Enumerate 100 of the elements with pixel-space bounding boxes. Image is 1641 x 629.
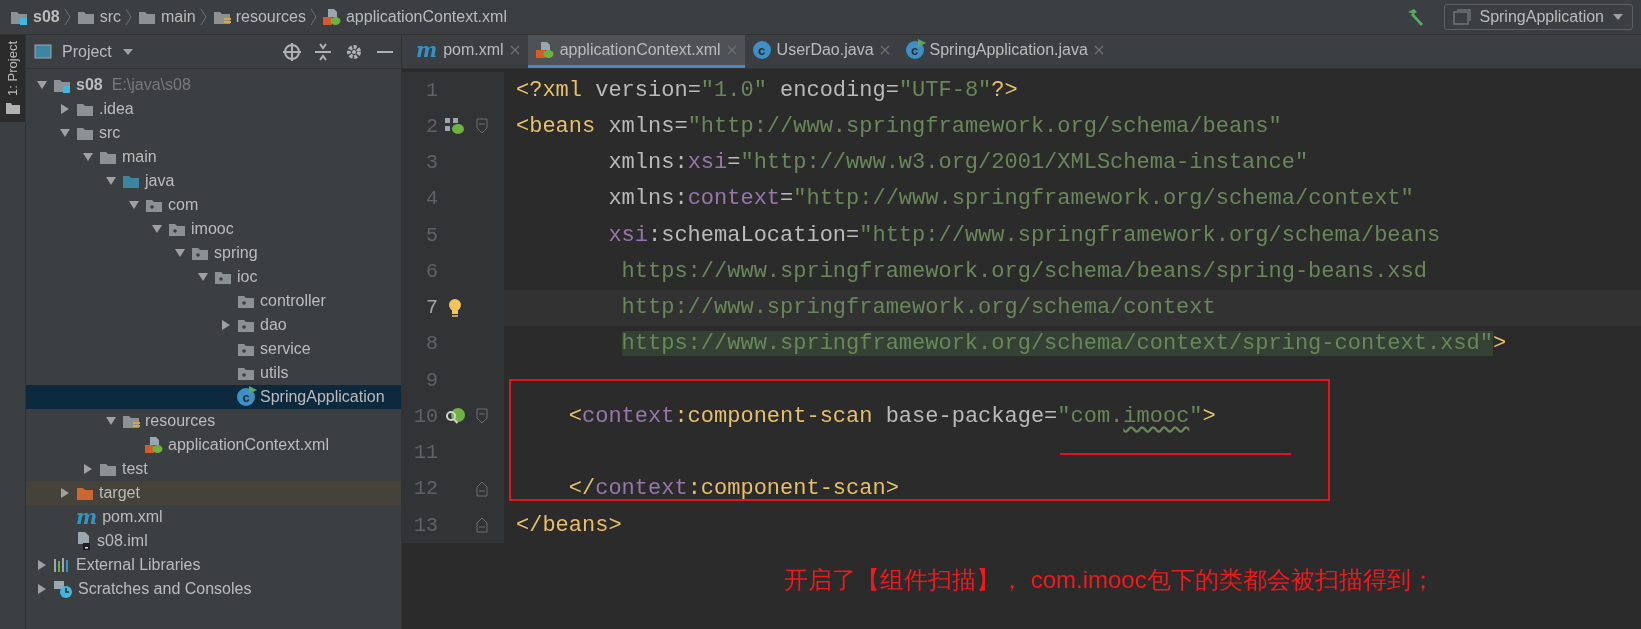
code-text: <?xml version="1.0" encoding="UTF-8"?> — [516, 77, 1018, 103]
package-icon — [191, 245, 209, 261]
tree-item[interactable]: test — [26, 457, 401, 481]
close-icon[interactable] — [509, 45, 520, 55]
chevron-icon — [125, 8, 133, 26]
code-text: </context:component-scan> — [568, 476, 899, 502]
folder-icon — [5, 101, 20, 114]
run-configuration-dropdown[interactable]: SpringApplication — [1444, 4, 1633, 30]
fold-marker-icon[interactable] — [476, 517, 488, 534]
window-icon — [1453, 9, 1472, 25]
tree-item[interactable]: utils — [26, 361, 401, 385]
tree-item[interactable]: java — [26, 169, 401, 193]
module-icon — [10, 9, 28, 25]
tree-item[interactable]: target — [26, 481, 401, 505]
collapsed-arrow-icon[interactable] — [220, 319, 232, 331]
folder-icon — [99, 461, 117, 477]
collapsed-arrow-icon[interactable] — [59, 103, 71, 115]
project-tool-tab[interactable]: 1: Project — [0, 35, 25, 122]
expanded-arrow-icon[interactable] — [105, 175, 117, 187]
tree-item[interactable]: c SpringApplication — [26, 385, 401, 409]
class-icon: c — [237, 388, 255, 406]
expanded-arrow-icon[interactable] — [151, 223, 163, 235]
collapsed-arrow-icon[interactable] — [36, 559, 48, 571]
tree-item[interactable]: dao — [26, 313, 401, 337]
expanded-arrow-icon[interactable] — [197, 271, 209, 283]
breadcrumb-item[interactable]: main — [138, 8, 196, 26]
tree-item[interactable]: s08.iml — [26, 529, 401, 553]
chevron-icon — [63, 8, 71, 26]
module-icon — [53, 77, 71, 93]
path-hint: E:\java\s08 — [111, 76, 191, 94]
folder-icon — [76, 485, 94, 501]
expanded-arrow-icon[interactable] — [174, 247, 186, 259]
expanded-arrow-icon[interactable] — [59, 127, 71, 139]
close-icon[interactable] — [1093, 45, 1104, 55]
folder-icon — [76, 101, 94, 117]
tree-item[interactable]: External Libraries — [26, 553, 401, 577]
lightbulb-icon[interactable] — [448, 297, 462, 318]
caret-icon[interactable] — [121, 47, 134, 56]
tree-item[interactable]: spring — [26, 241, 401, 265]
tree-item[interactable]: Scratches and Consoles — [26, 577, 401, 601]
spring-xml-file-icon — [322, 8, 341, 26]
maven-icon: m — [76, 508, 98, 526]
fold-marker-icon[interactable] — [476, 408, 488, 425]
breadcrumb-item[interactable]: resources — [212, 8, 306, 26]
expanded-arrow-icon[interactable] — [36, 79, 48, 91]
tree-item[interactable]: com — [26, 193, 401, 217]
code-text: xmlns:xsi="http://www.w3.org/2001/XMLSchema-instance" — [608, 150, 1309, 176]
tree-item[interactable]: .idea — [26, 97, 401, 121]
expanded-arrow-icon[interactable] — [128, 199, 140, 211]
chevron-icon — [309, 8, 317, 26]
code-text: https://www.springframework.org/schema/context/spring-context.xsd"> — [621, 331, 1507, 357]
editor-tab[interactable]: c UserDao.java — [744, 35, 898, 68]
editor-tab[interactable]: c SpringApplication.java — [897, 35, 1112, 68]
caret-icon — [1612, 13, 1624, 21]
annotation-text: 开启了【组件扫描】， com.imooc包下的类都会被扫描得到； — [784, 565, 1436, 596]
collapsed-arrow-icon[interactable] — [36, 583, 48, 595]
expanded-arrow-icon[interactable] — [105, 415, 117, 427]
class-icon: c — [905, 41, 924, 59]
collapse-all-icon[interactable] — [315, 42, 331, 61]
close-icon[interactable] — [879, 45, 890, 55]
fold-marker-icon[interactable] — [476, 480, 488, 497]
spring-beans-icon[interactable] — [445, 117, 465, 136]
code-text: <context:component-scan base-package="com.imooc"> — [568, 403, 1216, 429]
tree-item[interactable]: main — [26, 145, 401, 169]
spring-xml-file-icon — [145, 436, 163, 454]
collapsed-arrow-icon[interactable] — [82, 463, 94, 475]
code-text: https://www.springframework.org/schema/beans/spring-beans.xsd — [621, 258, 1427, 284]
package-icon — [237, 317, 255, 333]
tree-item[interactable]: controller — [26, 289, 401, 313]
crosshair-icon[interactable] — [283, 42, 301, 61]
code-text: <beans xmlns="http://www.springframework.org/schema/beans" — [516, 113, 1282, 139]
tree-item[interactable]: service — [26, 337, 401, 361]
libraries-icon — [53, 557, 71, 573]
panel-title[interactable]: Project — [62, 42, 112, 61]
breadcrumb-item[interactable]: s08 — [10, 8, 60, 26]
breadcrumb-item[interactable]: src — [76, 8, 122, 26]
tree-item[interactable]: imooc — [26, 217, 401, 241]
spring-xml-file-icon — [535, 41, 554, 59]
breadcrumb-item[interactable]: applicationContext.xml — [322, 8, 507, 26]
package-icon — [237, 341, 255, 357]
package-icon — [168, 221, 186, 237]
resources-folder-icon — [212, 9, 231, 25]
settings-icon[interactable] — [345, 42, 363, 61]
folder-icon — [122, 173, 140, 189]
editor-tab[interactable]: applicationContext.xml — [527, 35, 745, 68]
code-text: http://www.springframework.org/schema/context — [621, 295, 1216, 321]
editor-tab[interactable]: m pom.xml — [408, 35, 528, 68]
tree-item[interactable]: s08 E:\java\s08 — [26, 73, 401, 97]
scratches-icon — [53, 580, 73, 598]
tree-item[interactable]: src — [26, 121, 401, 145]
code-text: xsi:schemaLocation="http://www.springframework.org/schema/beans — [608, 222, 1441, 248]
tree-item[interactable]: applicationContext.xml — [26, 433, 401, 457]
tree-item[interactable]: m pom.xml — [26, 505, 401, 529]
fold-marker-icon[interactable] — [476, 118, 488, 135]
tree-item[interactable]: resources — [26, 409, 401, 433]
collapsed-arrow-icon[interactable] — [59, 487, 71, 499]
package-icon — [237, 293, 255, 309]
expanded-arrow-icon[interactable] — [82, 151, 94, 163]
chevron-icon — [199, 8, 207, 26]
tree-item[interactable]: ioc — [26, 265, 401, 289]
